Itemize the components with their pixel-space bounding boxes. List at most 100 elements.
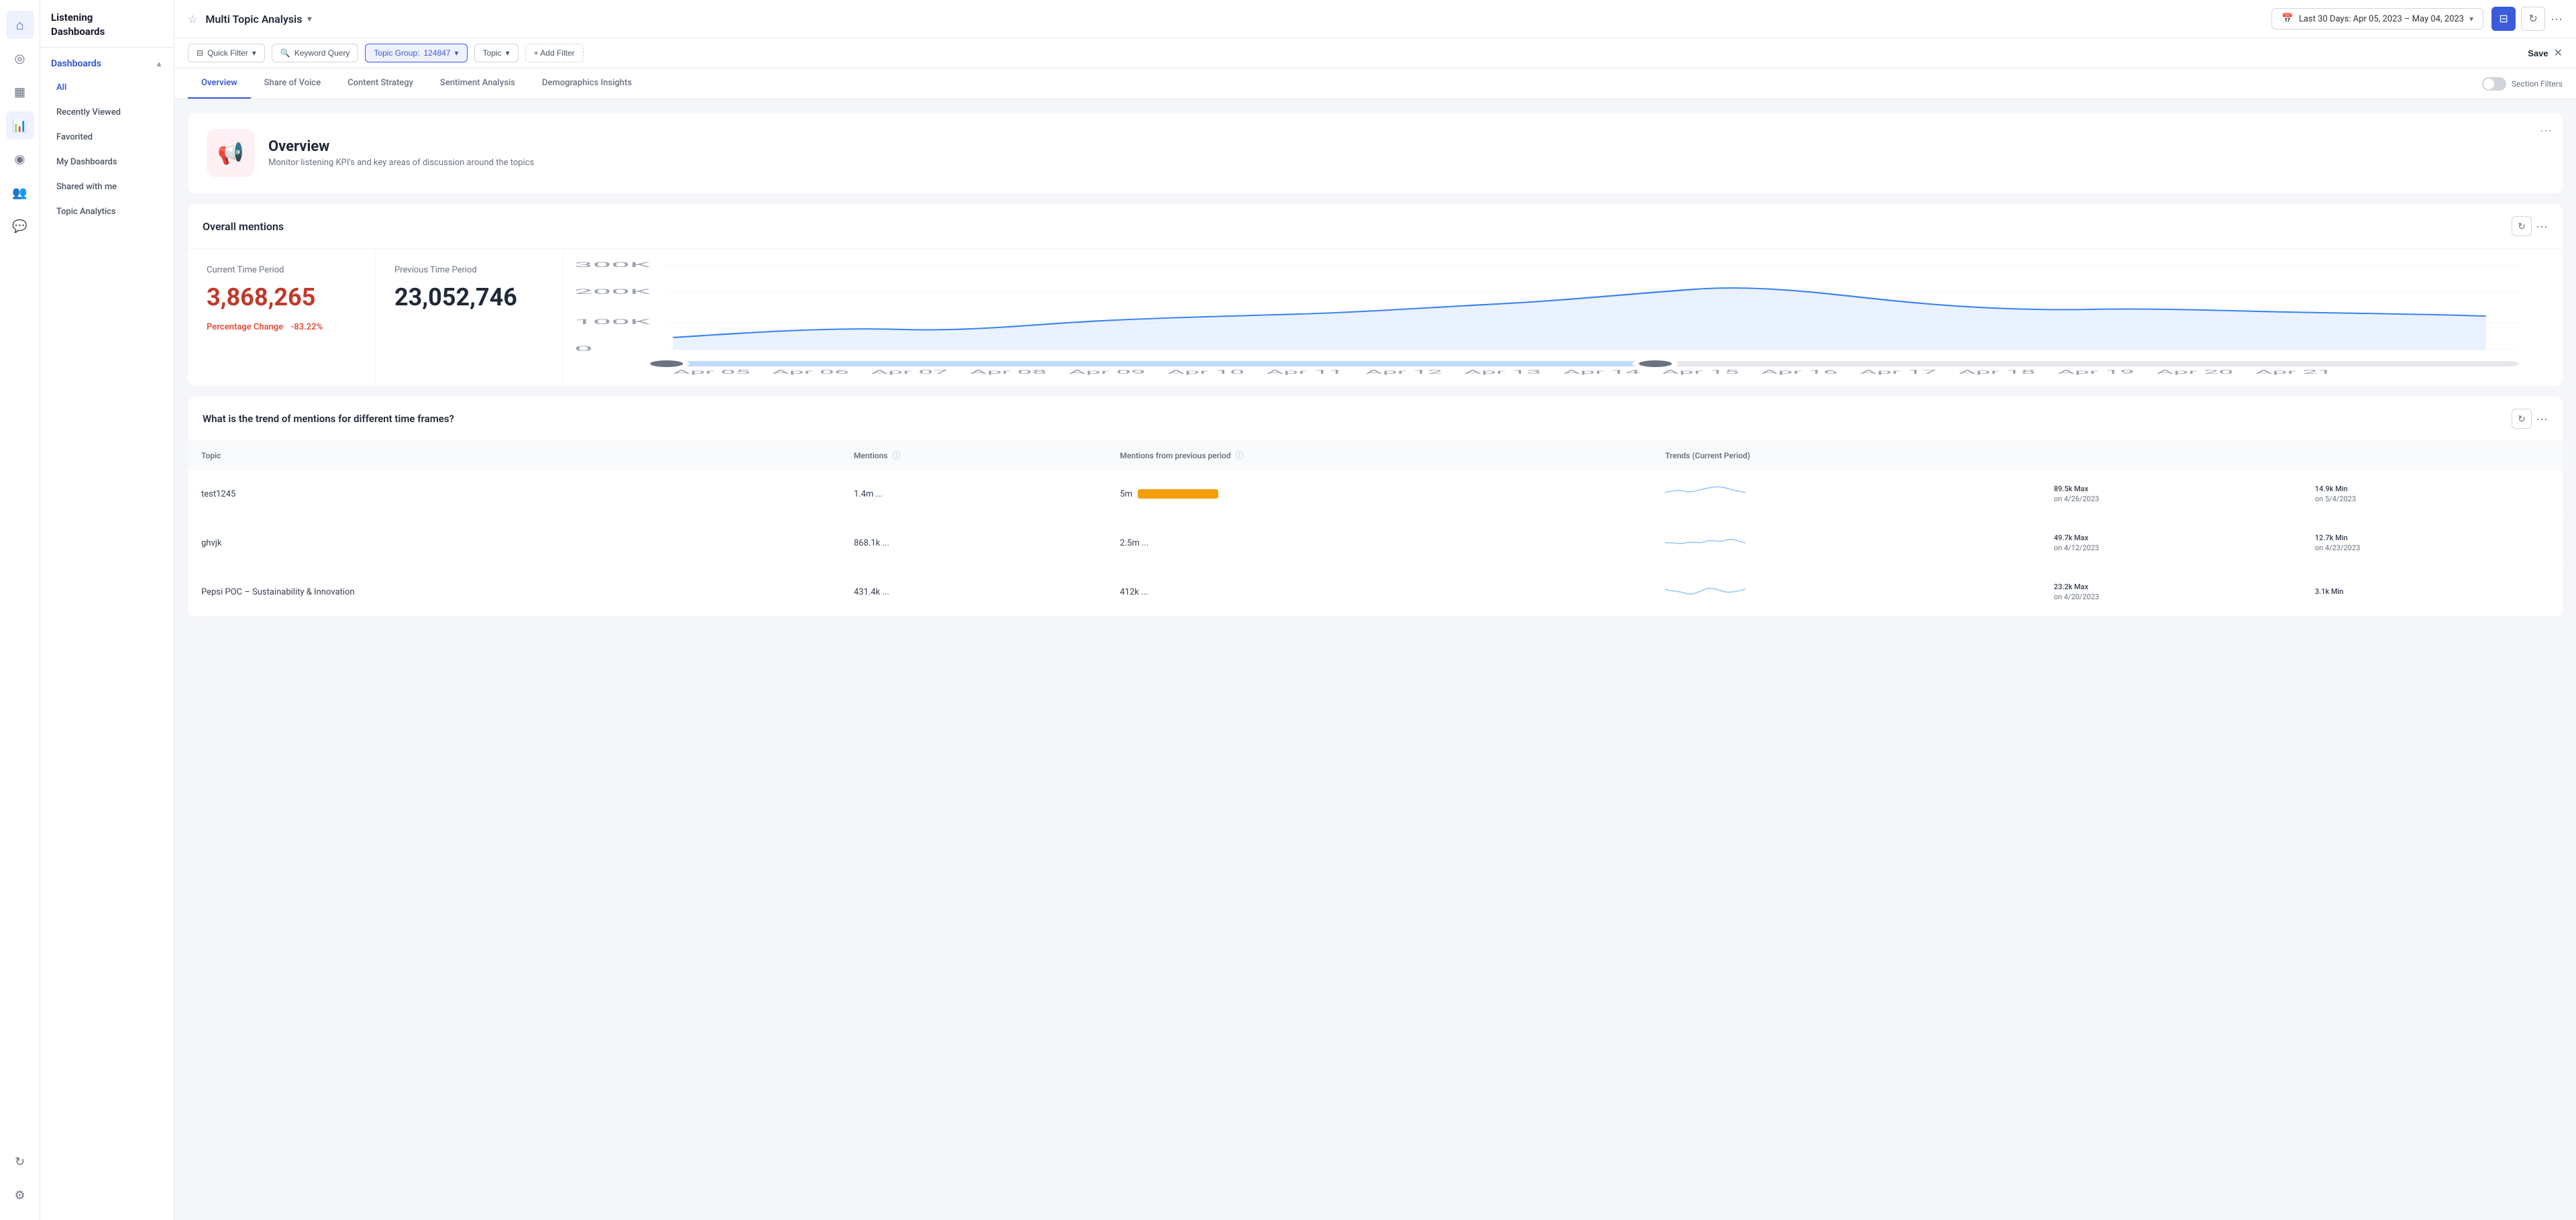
svg-text:Apr 16: Apr 16 <box>1761 369 1838 375</box>
topbar: ☆ Multi Topic Analysis ▾ 📅 Last 30 Days:… <box>174 0 2576 38</box>
sidebar-item-all[interactable]: All <box>46 76 168 99</box>
min-cell-row1: 12.7k Min on 4/23/2023 <box>2302 519 2563 568</box>
col-prev-mentions: Mentions from previous period ⓘ <box>1106 442 1652 470</box>
col-trends: Trends (Current Period) <box>1652 442 2563 470</box>
mentions-more-button[interactable]: ··· <box>2536 216 2548 236</box>
mentions-info-icon: ⓘ <box>892 451 900 460</box>
topic-filter-arrow: ▾ <box>506 48 510 58</box>
table-row: test1245 1.4m ... 5m <box>188 470 2563 519</box>
topic-filter-button[interactable]: Topic ▾ <box>474 44 519 62</box>
sidebar-item-topic-analytics[interactable]: Topic Analytics <box>46 200 168 223</box>
topic-group-label: Topic Group: <box>374 48 419 58</box>
svg-text:Apr 14: Apr 14 <box>1563 369 1640 375</box>
star-icon[interactable]: ☆ <box>188 13 197 26</box>
trend-table: Topic Mentions ⓘ Mentions from previous … <box>188 442 2563 617</box>
topic-group-arrow: ▾ <box>455 48 459 58</box>
overview-more-button[interactable]: ··· <box>2540 123 2552 138</box>
chart-bar-icon[interactable]: ▦ <box>6 78 34 106</box>
overview-text: Overview Monitor listening KPI's and key… <box>268 138 534 168</box>
sidebar-item-favorited[interactable]: Favorited <box>46 125 168 149</box>
prev-mentions-value: 412k ... <box>1120 587 1148 597</box>
previous-value: 23,052,746 <box>394 283 544 311</box>
previous-time-period-col: Previous Time Period 23,052,746 <box>376 249 564 386</box>
megaphone-icon: 📢 <box>217 140 244 166</box>
home-icon[interactable]: ⌂ <box>6 11 34 39</box>
more-options-button[interactable]: ··· <box>2551 12 2563 26</box>
svg-text:Apr 21: Apr 21 <box>2255 369 2332 375</box>
tab-overview[interactable]: Overview <box>188 68 251 99</box>
mini-chart-cell <box>1652 470 2041 519</box>
search-icon: 🔍 <box>280 48 290 58</box>
filter-save-area: Save ✕ <box>2528 46 2563 60</box>
pct-change-value: -83.22% <box>290 322 323 332</box>
section-filters-switch[interactable] <box>2482 77 2506 91</box>
max-cell-row2: 23.2k Max on 4/20/2023 <box>2041 568 2302 617</box>
svg-text:300K: 300K <box>574 261 651 269</box>
svg-text:Apr 19: Apr 19 <box>2057 369 2135 375</box>
settings-icon[interactable]: ⚙ <box>6 1181 34 1209</box>
svg-text:Apr 08: Apr 08 <box>970 369 1047 375</box>
keyword-query-button[interactable]: 🔍 Keyword Query <box>272 44 359 62</box>
prev-mentions-cell: 412k ... <box>1106 568 1652 617</box>
filterbar: ⊟ Quick Filter ▾ 🔍 Keyword Query Topic G… <box>174 38 2576 68</box>
overall-mentions-card: Overall mentions ↻ ··· Current Time Peri… <box>188 204 2563 386</box>
prev-mentions-value: 5m <box>1120 489 1132 499</box>
collapse-icon[interactable]: ▲ <box>155 59 163 68</box>
prev-mentions-cell: 2.5m ... <box>1106 519 1652 568</box>
trend-more-button[interactable]: ··· <box>2536 409 2548 429</box>
trend-refresh-button[interactable]: ↻ <box>2512 409 2532 429</box>
logo: Listening Dashboards <box>51 11 163 39</box>
close-filter-button[interactable]: ✕ <box>2554 46 2563 60</box>
date-range-selector[interactable]: 📅 Last 30 Days: Apr 05, 2023 – May 04, 2… <box>2271 8 2483 30</box>
filter-icon: ⊟ <box>197 48 203 58</box>
overview-icon-wrap: 📢 <box>207 129 255 177</box>
mini-chart-row0 <box>1665 479 1746 506</box>
analytics-icon[interactable]: 📊 <box>6 111 34 140</box>
sidebar-nav: All Recently Viewed Favorited My Dashboa… <box>40 74 174 225</box>
svg-text:Apr 07: Apr 07 <box>871 369 948 375</box>
topic-cell: ghvjk <box>188 519 841 568</box>
save-button[interactable]: Save <box>2528 48 2548 58</box>
table-row: ghvjk 868.1k ... 2.5m ... <box>188 519 2563 568</box>
target-icon[interactable]: ◉ <box>6 145 34 173</box>
topbar-title: Multi Topic Analysis ▾ <box>205 13 311 26</box>
overall-mentions-title: Overall mentions <box>203 220 284 233</box>
min-cell-row0: 14.9k Min on 5/4/2023 <box>2302 470 2563 519</box>
tab-demographics-insights[interactable]: Demographics Insights <box>529 68 645 99</box>
svg-text:200K: 200K <box>574 288 651 296</box>
topic-group-button[interactable]: Topic Group: 124847 ▾ <box>365 44 467 62</box>
pct-change: Percentage Change -83.22% <box>207 322 356 332</box>
mentions-chart-col: 300K 200K 100K 0 <box>564 249 2563 386</box>
trend-card-header: What is the trend of mentions for differ… <box>188 397 2563 442</box>
tab-share-of-voice[interactable]: Share of Voice <box>251 68 335 99</box>
svg-text:Apr 10: Apr 10 <box>1167 369 1244 375</box>
sidebar-item-shared-with-me[interactable]: Shared with me <box>46 175 168 199</box>
mini-chart-cell <box>1652 519 2041 568</box>
previous-label: Previous Time Period <box>394 265 544 275</box>
current-value: 3,868,265 <box>207 283 356 311</box>
refresh-button[interactable]: ↻ <box>2521 7 2545 31</box>
message-icon[interactable]: 💬 <box>6 212 34 240</box>
section-filters-toggle: Section Filters <box>2482 77 2563 91</box>
col-topic: Topic <box>188 442 841 470</box>
globe-icon[interactable]: ◎ <box>6 44 34 72</box>
col-mentions: Mentions ⓘ <box>841 442 1107 470</box>
sidebar-item-recently-viewed[interactable]: Recently Viewed <box>46 101 168 124</box>
filter-active-button[interactable]: ⊟ <box>2491 7 2516 31</box>
mentions-refresh-button[interactable]: ↻ <box>2512 216 2532 236</box>
tab-content-strategy[interactable]: Content Strategy <box>334 68 427 99</box>
sidebar-section-dashboards: Dashboards ▲ <box>40 48 174 74</box>
title-dropdown-arrow[interactable]: ▾ <box>307 14 311 23</box>
topic-cell: test1245 <box>188 470 841 519</box>
tab-sentiment-analysis[interactable]: Sentiment Analysis <box>427 68 529 99</box>
prev-mentions-info-icon: ⓘ <box>1236 451 1244 460</box>
sidebar-item-my-dashboards[interactable]: My Dashboards <box>46 150 168 174</box>
quick-filter-button[interactable]: ⊟ Quick Filter ▾ <box>188 44 265 62</box>
users-icon[interactable]: 👥 <box>6 179 34 207</box>
mentions-cell: 1.4m ... <box>841 470 1107 519</box>
svg-text:Apr 13: Apr 13 <box>1464 369 1542 375</box>
svg-text:Apr 06: Apr 06 <box>772 369 849 375</box>
add-filter-button[interactable]: + Add Filter <box>525 44 584 62</box>
mentions-cell: 431.4k ... <box>841 568 1107 617</box>
refresh-bottom-icon[interactable]: ↻ <box>6 1148 34 1176</box>
